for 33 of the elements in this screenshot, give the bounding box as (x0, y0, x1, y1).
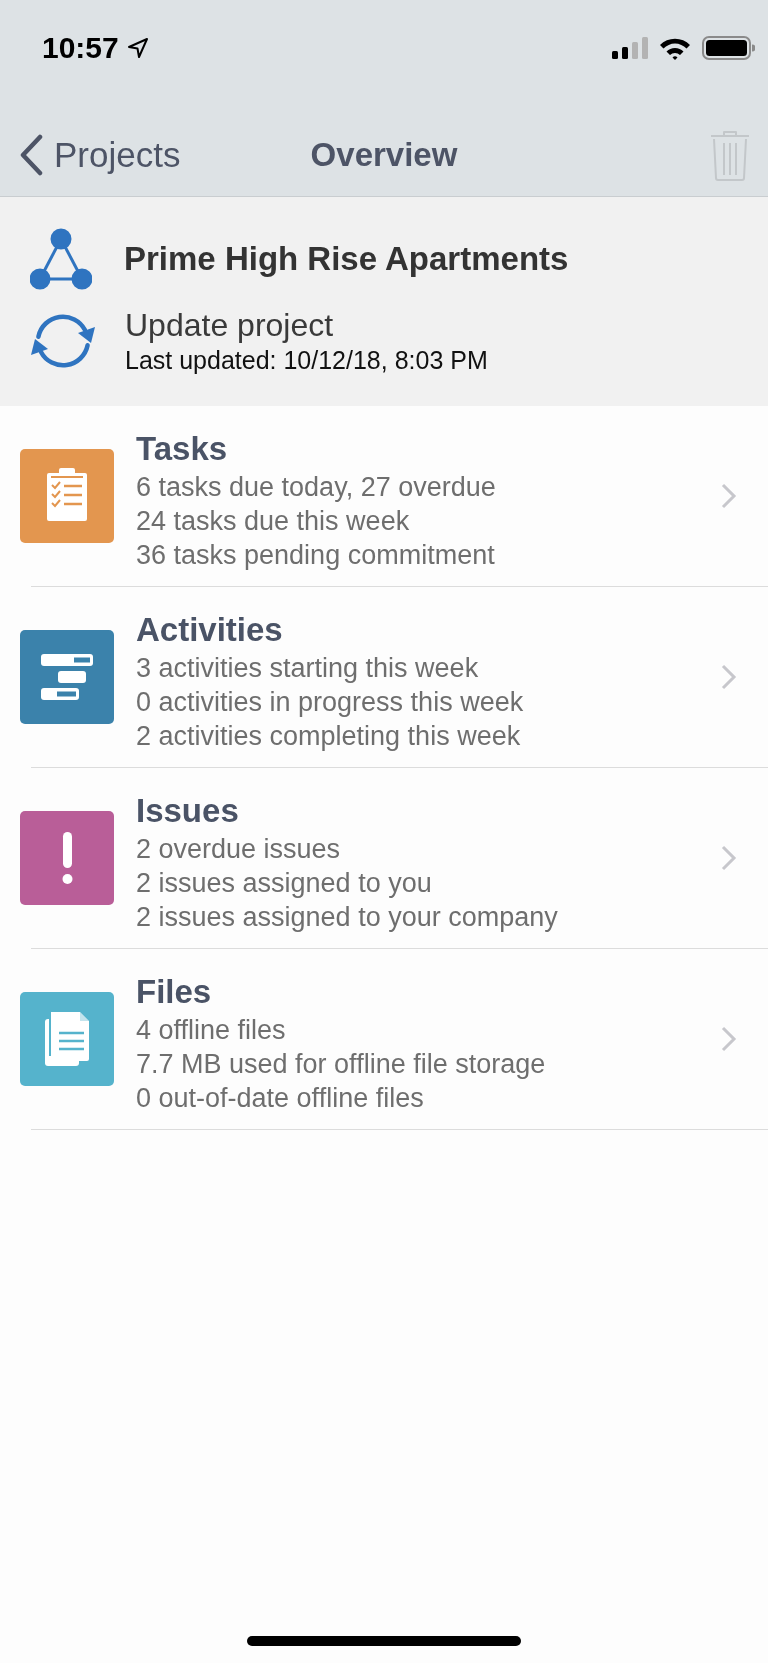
update-project-link[interactable]: Update project (125, 306, 488, 344)
chevron-right-icon (721, 664, 737, 690)
chevron-right-icon (721, 1026, 737, 1052)
section-title[interactable]: Issues (136, 790, 239, 832)
summary-line: 3 activities starting this week (136, 652, 479, 685)
section-title[interactable]: Activities (136, 609, 283, 651)
summary-line: 0 out-of-date offline files (136, 1082, 424, 1115)
summary-line: 2 overdue issues (136, 833, 341, 866)
network-nodes-icon (30, 228, 92, 290)
last-updated-text: Last updated: 10/12/18, 8:03 PM (125, 345, 488, 376)
home-indicator[interactable] (247, 1636, 521, 1646)
chevron-right-icon (721, 483, 737, 509)
status-time: 10:57 (42, 33, 119, 63)
summary-line: 2 activities completing this week (136, 720, 521, 753)
summary-line: 6 tasks due today, 27 overdue (136, 471, 496, 504)
back-button[interactable]: Projects (0, 134, 181, 176)
chevron-right-icon (721, 845, 737, 871)
location-arrow-icon (126, 37, 149, 59)
summary-line: 24 tasks due this week (136, 505, 410, 538)
summary-line: 7.7 MB used for offline file storage (136, 1048, 546, 1081)
battery-icon (702, 36, 755, 60)
signal-icon (612, 37, 648, 59)
summary-line: 2 issues assigned to you (136, 867, 432, 900)
summary-line: 0 activities in progress this week (136, 686, 524, 719)
summary-line: 2 issues assigned to your company (136, 901, 558, 934)
project-name: Prime High Rise Apartments (124, 240, 569, 278)
summary-line: 36 tasks pending commitment (136, 539, 495, 572)
wifi-icon (659, 36, 691, 60)
summary-line: 4 offline files (136, 1014, 286, 1047)
nav-title: Overview (310, 136, 458, 174)
section-title[interactable]: Tasks (136, 428, 228, 470)
section-title[interactable]: Files (136, 971, 212, 1013)
chevron-left-icon (19, 134, 44, 176)
